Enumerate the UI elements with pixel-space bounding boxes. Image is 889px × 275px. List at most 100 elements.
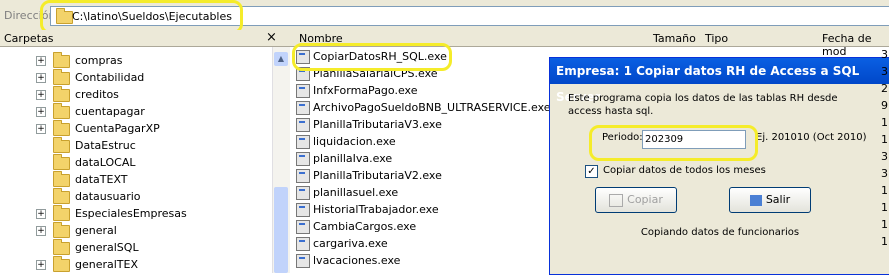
- tree-item-label: generalSQL: [75, 241, 139, 254]
- tree-item-label: cuentapagar: [75, 105, 145, 118]
- tree-item[interactable]: + cuentapagar: [36, 102, 145, 120]
- expand-icon[interactable]: +: [36, 90, 46, 100]
- tree-item[interactable]: + compras: [36, 51, 122, 69]
- date-fragment: 1: [881, 184, 888, 197]
- file-name: ArchivoPagoSueldoBNB_ULTRASERVICE.exe: [313, 101, 551, 114]
- file-item[interactable]: InfxFormaPago.exe: [296, 82, 417, 99]
- tree-item[interactable]: + CuentaPagarXP: [36, 119, 160, 137]
- tree-item[interactable]: + Contabilidad: [36, 68, 144, 86]
- file-name: HistorialTrabajador.exe: [313, 203, 439, 216]
- tree-item-label: CuentaPagarXP: [75, 122, 160, 135]
- scroll-thumb[interactable]: [274, 187, 288, 273]
- column-date[interactable]: Fecha de mod: [822, 32, 889, 58]
- file-item[interactable]: PlanillaTributariaV3.exe: [296, 116, 442, 133]
- expand-icon[interactable]: +: [36, 209, 46, 219]
- address-path: C:\latino\Sueldos\Ejecutables: [72, 10, 232, 23]
- exe-icon: [296, 152, 310, 166]
- file-item[interactable]: planillaIva.exe: [296, 150, 392, 167]
- file-item[interactable]: liquidacion.exe: [296, 133, 396, 150]
- copy-icon: [609, 193, 624, 207]
- file-item[interactable]: lvacaciones.exe: [296, 252, 400, 269]
- address-label: Dirección: [4, 9, 56, 22]
- expand-icon[interactable]: +: [36, 226, 46, 236]
- expand-icon[interactable]: +: [36, 260, 46, 270]
- tree-scrollbar[interactable]: ▲: [272, 47, 290, 273]
- file-name: PlanillaTributariaV3.exe: [313, 118, 442, 131]
- file-item[interactable]: PlanillaSalarialCPS.exe: [296, 65, 438, 82]
- tree-item[interactable]: dataTEXT: [36, 170, 128, 188]
- file-item[interactable]: CopiarDatosRH_SQL.exe: [296, 48, 447, 65]
- tree-item[interactable]: datausuario: [36, 187, 141, 205]
- dialog-description: Este programa copia los datos de las tab…: [568, 93, 838, 117]
- exe-icon: [296, 101, 310, 115]
- folder-icon: [53, 238, 70, 255]
- tree-item[interactable]: + creditos: [36, 85, 119, 103]
- folder-icon: [53, 136, 70, 153]
- file-item[interactable]: CambiaCargos.exe: [296, 218, 416, 235]
- file-name: lvacaciones.exe: [313, 254, 401, 267]
- salir-button[interactable]: Salir: [729, 187, 811, 213]
- exe-icon: [296, 50, 310, 64]
- column-name[interactable]: Nombre: [299, 32, 343, 45]
- file-name: liquidacion.exe: [313, 135, 396, 148]
- folder-icon: [53, 102, 70, 119]
- periodo-input[interactable]: [642, 130, 746, 149]
- exe-icon: [296, 220, 310, 234]
- tree-item[interactable]: dataLOCAL: [36, 153, 136, 171]
- expand-icon[interactable]: +: [36, 107, 46, 117]
- file-item[interactable]: cargariva.exe: [296, 235, 388, 252]
- tree-item-label: dataTEXT: [75, 173, 128, 186]
- column-size[interactable]: Tamaño: [653, 32, 696, 45]
- column-type[interactable]: Tipo: [705, 32, 728, 45]
- tree-item[interactable]: + general: [36, 221, 117, 239]
- tree-item-label: generalTEX: [75, 258, 139, 271]
- tree-item[interactable]: + EspecialesEmpresas: [36, 204, 187, 222]
- folder-icon: [53, 68, 70, 85]
- folders-title: Carpetas: [4, 32, 54, 45]
- expand-icon[interactable]: +: [36, 124, 46, 134]
- folder-icon: [53, 153, 70, 170]
- tree-item-label: dataLOCAL: [75, 156, 136, 169]
- status-text: Copiando datos de funcionarios: [640, 227, 800, 238]
- scroll-up-arrow-icon[interactable]: ▲: [274, 52, 288, 66]
- folder-icon: [53, 85, 70, 102]
- file-name: CambiaCargos.exe: [313, 220, 417, 233]
- exe-icon: [296, 169, 310, 183]
- expand-icon[interactable]: +: [36, 56, 46, 66]
- date-fragment: 3: [881, 167, 888, 180]
- file-name: planillaIva.exe: [313, 152, 393, 165]
- folder-icon: [53, 51, 70, 68]
- exe-icon: [296, 67, 310, 81]
- date-fragment: 1: [881, 133, 888, 146]
- date-fragment: 1: [881, 235, 888, 248]
- exe-icon: [296, 186, 310, 200]
- file-item[interactable]: ArchivoPagoSueldoBNB_ULTRASERVICE.exe: [296, 99, 551, 116]
- checkbox[interactable]: ✓: [585, 165, 598, 178]
- expand-icon[interactable]: +: [36, 73, 46, 83]
- copiar-label: Copiar: [627, 193, 663, 206]
- copy-dialog: Empresa: 1 Copiar datos RH de Access a S…: [549, 57, 889, 275]
- tree-item-label: creditos: [75, 88, 119, 101]
- folder-icon: [53, 221, 70, 238]
- tree-item[interactable]: generalSQL: [36, 238, 139, 256]
- close-icon[interactable]: ×: [266, 30, 277, 45]
- tree-item-label: EspecialesEmpresas: [75, 207, 187, 220]
- date-fragment: 9: [881, 99, 888, 112]
- file-item[interactable]: planillasuel.exe: [296, 184, 398, 201]
- exe-icon: [296, 84, 310, 98]
- file-item[interactable]: PlanillaTributariaV2.exe: [296, 167, 442, 184]
- exe-icon: [296, 203, 310, 217]
- file-name: CopiarDatosRH_SQL.exe: [313, 50, 447, 63]
- salir-label: Salir: [765, 193, 791, 206]
- tree-item[interactable]: + generalTEX: [36, 255, 139, 273]
- address-bar: Dirección C:\latino\Sueldos\Ejecutables: [0, 0, 889, 31]
- file-list-header: Nombre Tamaño Tipo Fecha de mod: [289, 30, 889, 58]
- folder-icon: [53, 255, 70, 272]
- copiar-button[interactable]: Copiar: [595, 187, 677, 213]
- tree-item-label: general: [75, 224, 117, 237]
- tree-item[interactable]: DataEstruc: [36, 136, 136, 154]
- checkbox-label: Copiar datos de todos los meses: [603, 165, 766, 176]
- file-item[interactable]: HistorialTrabajador.exe: [296, 201, 439, 218]
- exe-icon: [296, 135, 310, 149]
- periodo-hint: Ej. 201010 (Oct 2010): [756, 132, 867, 143]
